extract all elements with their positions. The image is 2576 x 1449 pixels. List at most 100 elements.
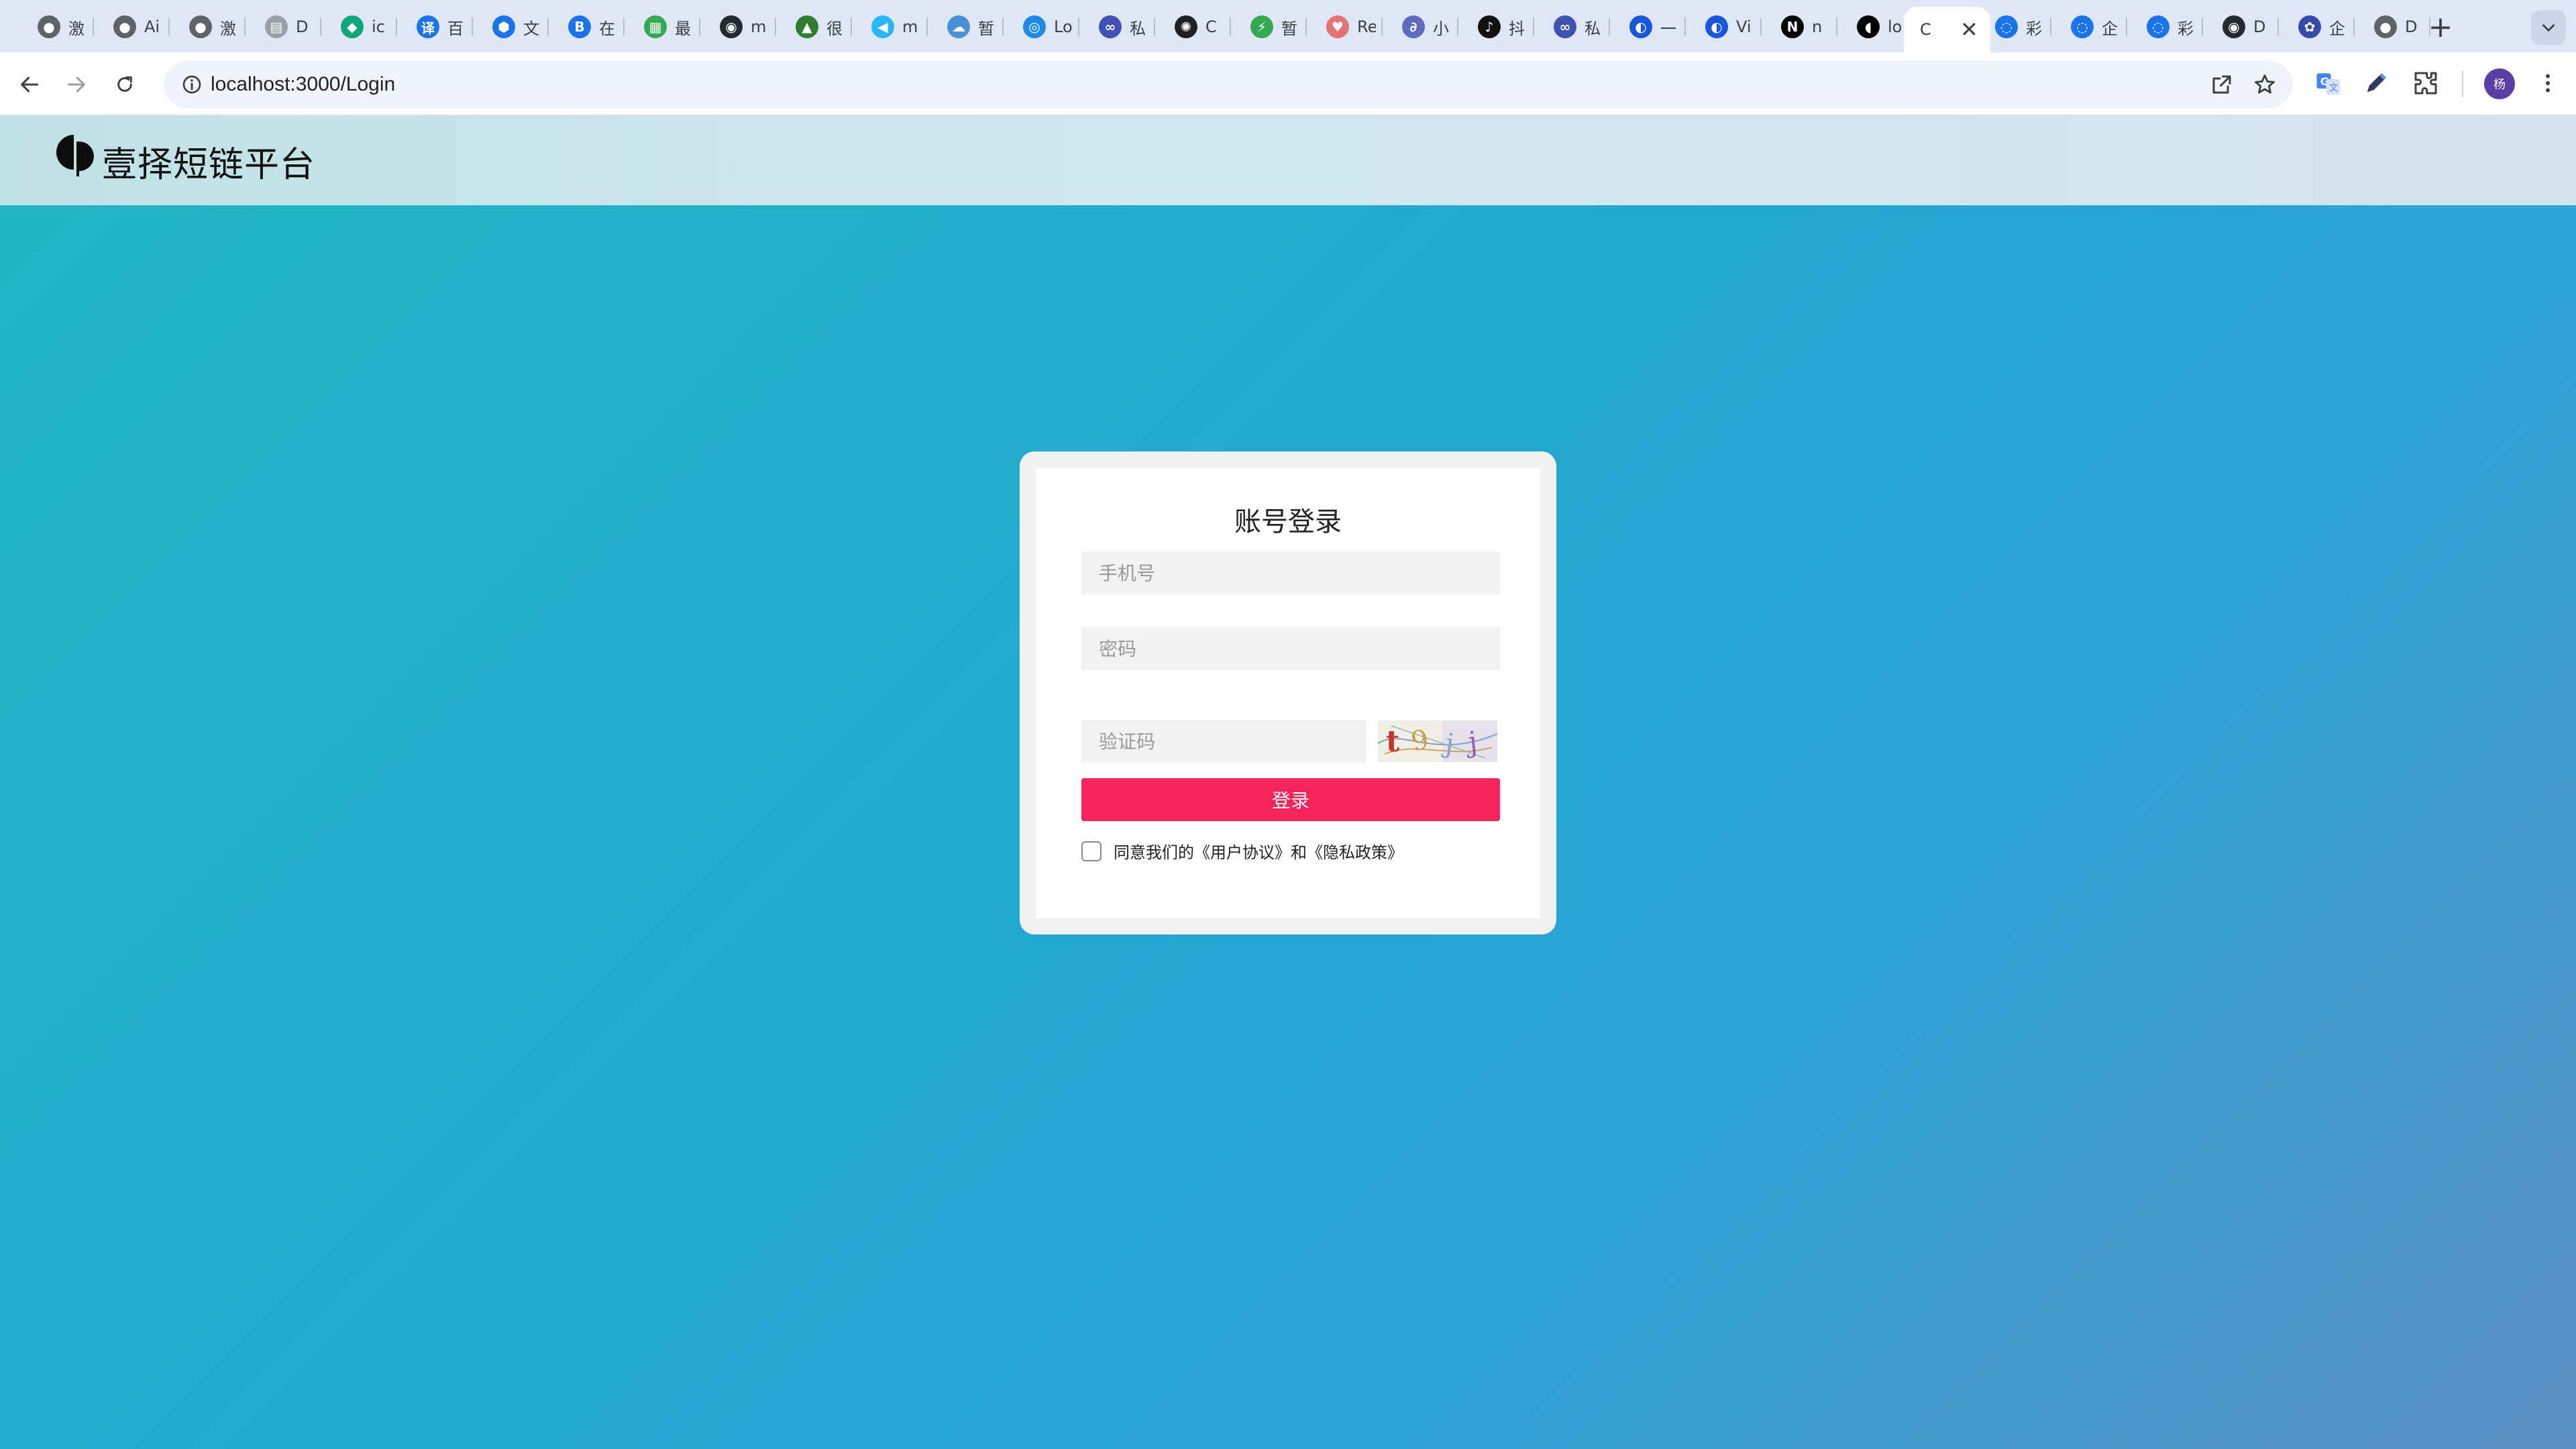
tab-after-3[interactable]: ◉ D <box>2212 9 2279 45</box>
back-button[interactable] <box>12 67 47 102</box>
tab-label: 在 <box>599 19 615 38</box>
agreement-row: 同意我们的《用户协议》和《隐私政策》 <box>1081 839 1403 863</box>
tab-separator <box>851 18 852 36</box>
captcha-input[interactable] <box>1081 720 1366 763</box>
tab-12[interactable]: ☁ 暂 <box>936 9 1004 45</box>
tab-label: 一 <box>1660 19 1676 38</box>
new-tab-button[interactable]: + <box>2423 9 2458 44</box>
translate-icon[interactable]: G 文 <box>2314 70 2343 98</box>
tab-separator <box>926 18 928 36</box>
tab-search-button[interactable] <box>2531 10 2566 45</box>
tab-16[interactable]: ⚡ 暂 <box>1240 9 1307 45</box>
tab-label: C <box>1205 17 1217 36</box>
tab-favicon-icon: ● <box>189 15 212 38</box>
tab-10[interactable]: ▲ 很 <box>785 9 852 45</box>
tab-11[interactable]: ◀ m <box>861 9 928 45</box>
site-info-icon[interactable] <box>181 74 203 95</box>
tab-21[interactable]: ◐ 一 <box>1619 9 1686 45</box>
tab-22[interactable]: ◐ Vi <box>1695 9 1762 45</box>
tab-after-5[interactable]: ● D <box>2363 9 2430 45</box>
tab-favicon-icon: ◆ <box>341 15 364 38</box>
captcha-char-1: t <box>1386 724 1400 759</box>
bookmark-star-icon[interactable] <box>2253 72 2277 97</box>
tab-23[interactable]: Nn <box>1770 9 1837 45</box>
arrow-right-icon <box>68 76 85 93</box>
svg-text:文: 文 <box>2329 83 2339 94</box>
login-button[interactable]: 登录 <box>1081 778 1500 821</box>
tab-6[interactable]: ⬢ 文 <box>482 9 549 45</box>
tab-separator <box>1533 18 1534 36</box>
captcha-graphic: t 9 j j <box>1378 720 1497 762</box>
profile-avatar[interactable]: 杨 <box>2484 68 2515 99</box>
tab-label: n <box>1812 17 1823 36</box>
forward-button[interactable] <box>59 67 94 102</box>
address-bar[interactable]: localhost:3000/Login <box>164 61 2293 108</box>
tab-active[interactable]: C ✕ <box>1904 7 1990 52</box>
more-menu-icon[interactable] <box>2536 71 2560 95</box>
tab-separator <box>396 18 397 36</box>
tab-separator <box>1002 18 1004 36</box>
tab-2[interactable]: ● 激 <box>178 9 246 45</box>
tab-label: D <box>2405 17 2418 36</box>
tab-favicon-icon: B <box>568 15 591 38</box>
tab-favicon-icon: ⚡ <box>1250 15 1273 38</box>
tab-label: m <box>902 17 918 36</box>
tab-favicon-icon: 译 <box>417 15 439 38</box>
tab-9[interactable]: ◉ m <box>709 9 776 45</box>
tab-label: 小 <box>1433 19 1449 38</box>
tab-after-2[interactable]: ◌ 彩 <box>2136 9 2203 45</box>
tab-3[interactable]: ▤ D <box>254 9 321 45</box>
tab-after-1[interactable]: ◌ 企 <box>2060 9 2127 45</box>
tab-4[interactable]: ◆ ic <box>330 9 397 45</box>
tab-favicon-icon: ◉ <box>720 15 743 38</box>
tab-14[interactable]: ∞ 私 <box>1088 9 1155 45</box>
tab-18[interactable]: ∂ 小 <box>1391 9 1458 45</box>
tab-favicon-icon: ● <box>38 15 60 38</box>
tab-label: Vi <box>1736 17 1752 36</box>
open-in-new-icon[interactable] <box>2210 72 2234 97</box>
url-text[interactable]: localhost:3000/Login <box>211 61 395 108</box>
tab-7[interactable]: B在 <box>557 9 625 45</box>
reload-button[interactable] <box>107 67 142 102</box>
site-logo-icon[interactable] <box>56 132 97 178</box>
tab-24[interactable]: ◖ lo <box>1846 9 1913 45</box>
tab-separator <box>699 18 700 36</box>
agree-text[interactable]: 同意我们的《用户协议》和《隐私政策》 <box>1114 839 1403 863</box>
password-input[interactable] <box>1081 627 1500 670</box>
tab-favicon-icon: ✺ <box>1175 15 1197 38</box>
tab-19[interactable]: ♪ 抖 <box>1467 9 1534 45</box>
tab-separator <box>623 18 625 36</box>
tab-13[interactable]: ◎ Lo <box>1012 9 1079 45</box>
captcha-image[interactable]: t 9 j j <box>1378 720 1497 762</box>
browser-toolbar: localhost:3000/Login G 文 杨 <box>0 52 2576 116</box>
tab-5[interactable]: 译百 <box>406 9 473 45</box>
tab-favicon-icon: ∞ <box>1099 15 1122 38</box>
tab-label: 激 <box>68 19 85 38</box>
extensions-puzzle-icon[interactable] <box>2412 70 2439 97</box>
tab-after-0[interactable]: ◌ 彩 <box>1984 9 2051 45</box>
tab-label: Re <box>1357 17 1376 36</box>
tab-label: Lo <box>1054 17 1073 36</box>
tab-label: D <box>2253 17 2266 36</box>
eyedropper-icon[interactable] <box>2363 70 2390 97</box>
tab-favicon-icon: ● <box>2374 15 2397 38</box>
tab-8[interactable]: ▦ 最 <box>633 9 700 45</box>
agree-checkbox[interactable] <box>1081 841 1102 861</box>
tab-label: m <box>751 17 767 36</box>
tab-favicon-icon: ▦ <box>644 15 667 38</box>
tab-separator <box>1230 18 1231 36</box>
page-background: 壹择短链平台 账号登录 t <box>0 116 2576 1449</box>
tab-0[interactable]: ● 激 <box>27 9 94 45</box>
tab-20[interactable]: ∞ 私 <box>1543 9 1610 45</box>
tab-15[interactable]: ✺ C <box>1164 9 1231 45</box>
close-tab-icon[interactable]: ✕ <box>1960 17 1978 42</box>
tab-separator <box>2202 18 2203 36</box>
tab-label: 暂 <box>1281 19 1297 38</box>
tab-label: 暂 <box>978 19 994 38</box>
tab-1[interactable]: ● Ai <box>103 9 170 45</box>
tab-after-4[interactable]: ✿ 企 <box>2288 9 2355 45</box>
tab-label: 私 <box>1130 19 1146 38</box>
tab-favicon-icon: ☁ <box>947 15 970 38</box>
tab-17[interactable]: ♥ Re <box>1316 9 1383 45</box>
phone-input[interactable] <box>1081 551 1500 594</box>
